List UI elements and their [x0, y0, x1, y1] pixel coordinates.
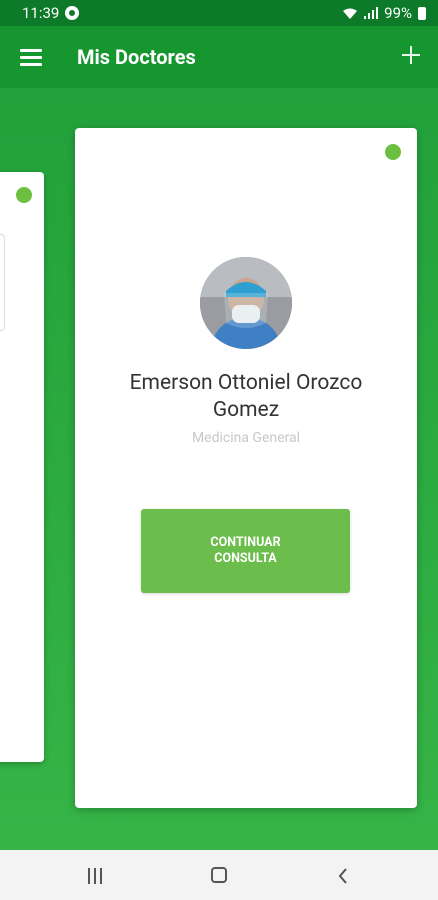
- add-icon[interactable]: [400, 44, 422, 66]
- previous-doctor-card[interactable]: [0, 172, 44, 762]
- online-status-dot: [385, 144, 401, 160]
- back-icon[interactable]: [338, 868, 348, 884]
- recent-apps-icon[interactable]: [88, 868, 106, 884]
- status-bar: 11:39 99%: [0, 0, 438, 26]
- doctor-specialty: Medicina General: [191, 430, 301, 446]
- page-title: Mis Doctores: [77, 45, 196, 69]
- wifi-icon: [343, 8, 358, 19]
- doctor-carousel[interactable]: Emerson Ottoniel Orozco Gomez Medicina G…: [0, 88, 438, 850]
- system-navigation-bar: [0, 850, 438, 900]
- continue-consultation-button[interactable]: CONTINUAR CONSULTA: [141, 509, 350, 593]
- doctor-avatar: [200, 257, 292, 349]
- online-status-dot: [16, 187, 32, 203]
- battery-percentage: 99%: [384, 4, 412, 22]
- signal-icon: [364, 7, 379, 19]
- doctor-card: Emerson Ottoniel Orozco Gomez Medicina G…: [75, 128, 417, 808]
- status-time: 11:39: [22, 4, 60, 22]
- doctor-name: Emerson Ottoniel Orozco Gomez: [129, 371, 363, 422]
- menu-icon[interactable]: [20, 49, 42, 66]
- battery-icon: [418, 6, 426, 20]
- continue-button-label: CONTINUAR CONSULTA: [210, 535, 281, 566]
- app-bar: Mis Doctores: [0, 26, 438, 88]
- card-fragment: [0, 234, 5, 331]
- home-icon[interactable]: [211, 867, 227, 883]
- notification-icon: [65, 6, 80, 20]
